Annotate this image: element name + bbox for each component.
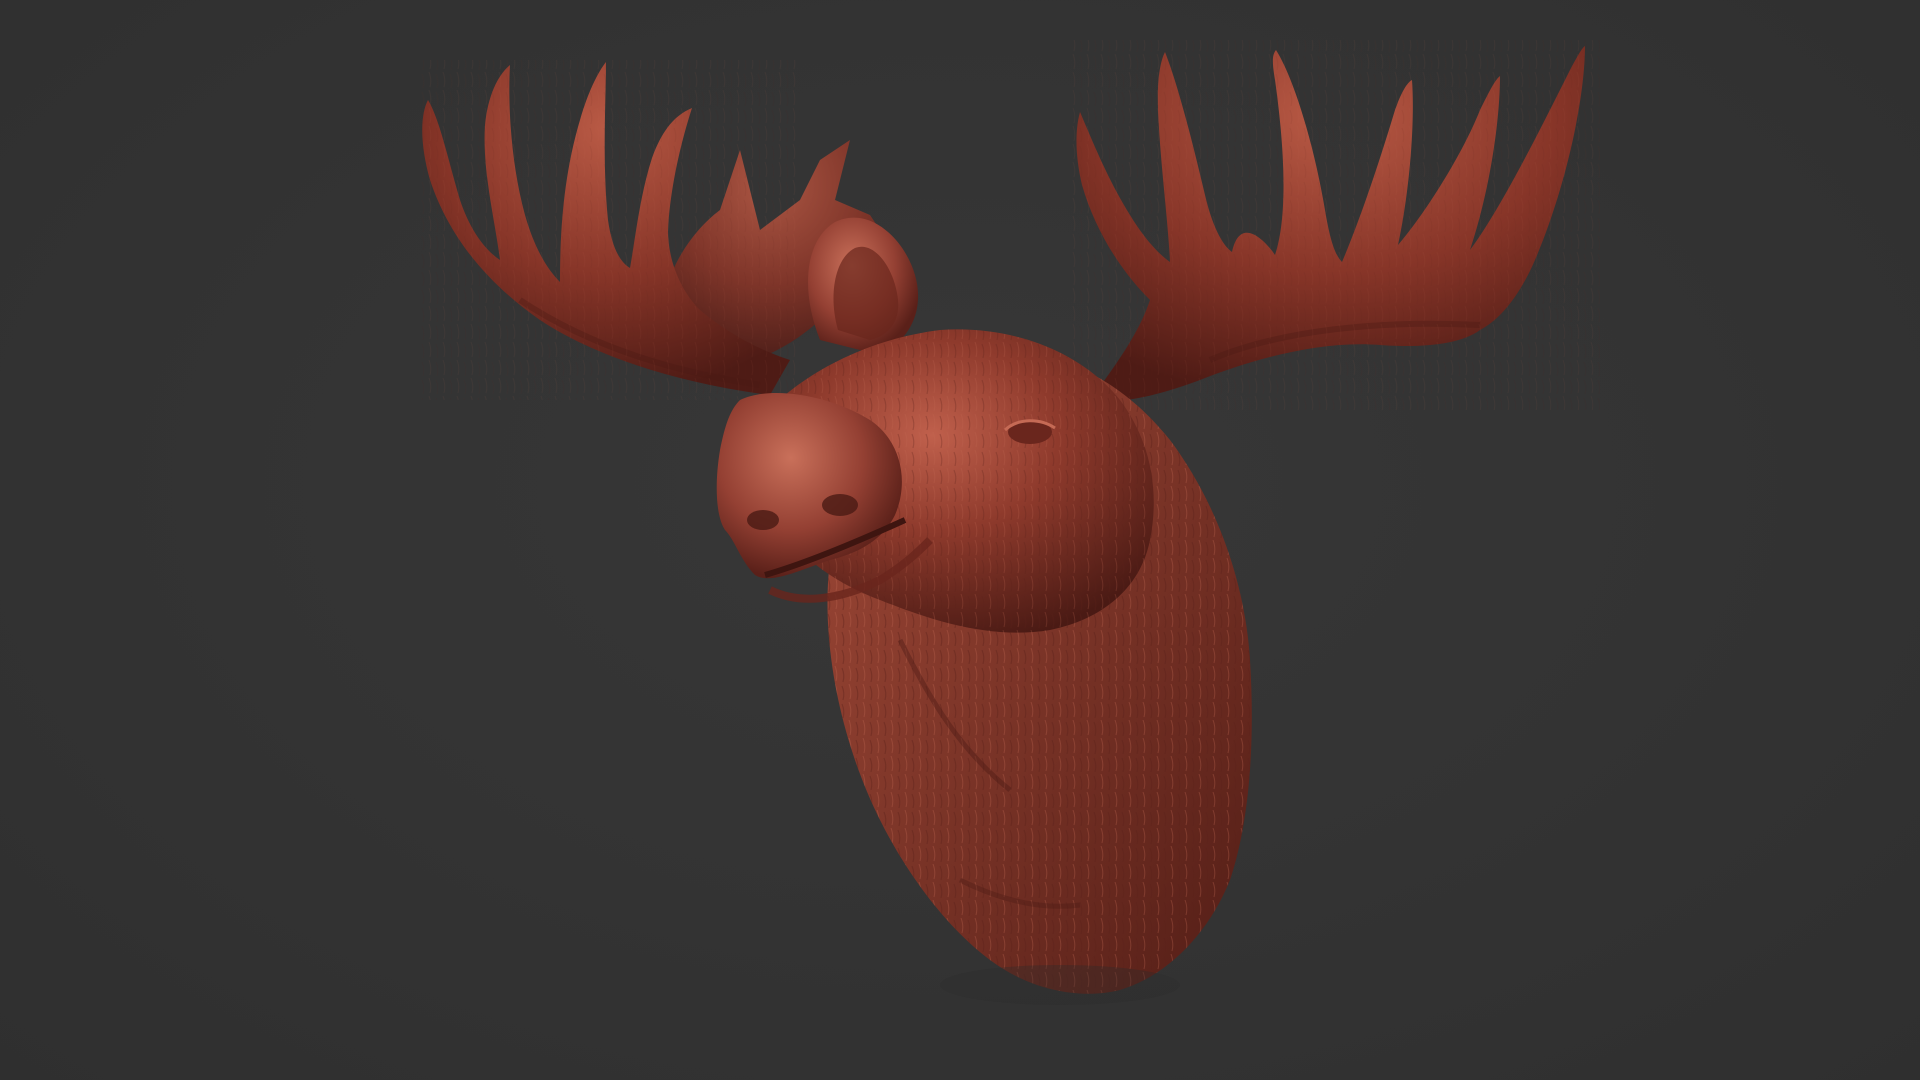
nostril-left (747, 510, 779, 530)
viewport-canvas (0, 0, 1920, 1080)
moose-head-sculpt-icon (420, 40, 1600, 1005)
left-antler (420, 60, 800, 400)
moose-ear (808, 217, 919, 355)
right-antler (1070, 40, 1600, 410)
contact-shadow (940, 965, 1180, 1005)
nostril-right (822, 494, 858, 516)
